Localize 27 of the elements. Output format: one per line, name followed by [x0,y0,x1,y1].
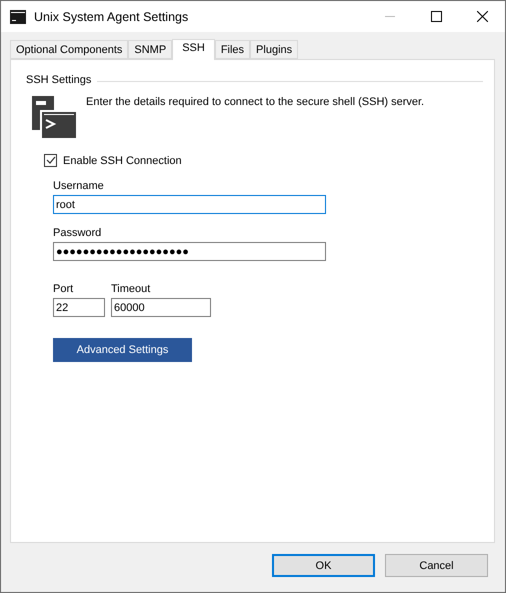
group-title: SSH Settings [26,74,92,86]
dialog-button[interactable]: OK [272,554,375,577]
advanced-settings-button[interactable]: Advanced Settings [53,338,192,362]
dialog-button[interactable]: Cancel [385,554,488,577]
checkmark-icon [46,156,56,165]
description-text: Enter the details required to connect to the secure shell (SSH) server. [86,96,424,108]
input-field[interactable]: ●●●●●●●●●●●●●●●●●●●● [53,242,326,261]
input-field[interactable]: 60000 [111,298,211,317]
tab[interactable]: Files [214,40,250,59]
input-field[interactable]: 22 [53,298,105,317]
app-icon [10,10,26,24]
input-field[interactable]: root [53,195,326,214]
maximize-icon [430,11,442,22]
tab[interactable]: SSH [172,39,215,60]
close-icon [476,11,488,22]
field-label: Port [53,283,74,295]
field-label: Username [53,180,105,192]
checkbox[interactable] [44,154,57,167]
terminal-icon [32,96,76,138]
tab[interactable]: Optional Components [10,40,128,59]
window-title: Unix System Agent Settings [34,10,190,24]
minimize-icon [385,16,395,17]
tab[interactable]: Plugins [250,40,298,59]
checkbox-label: Enable SSH Connection [63,154,182,166]
field-label: Timeout [111,283,152,295]
field-label: Password [53,227,102,239]
tab[interactable]: SNMP [128,40,172,59]
